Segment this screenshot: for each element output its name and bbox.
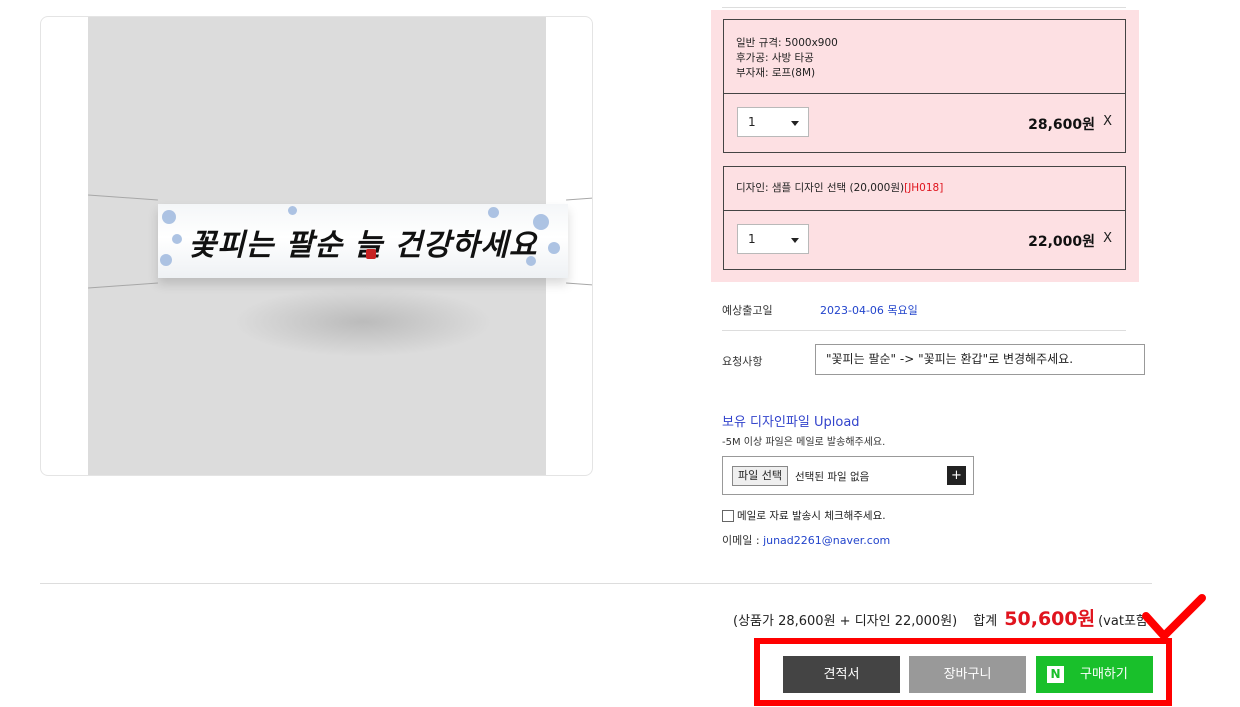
design-description: 디자인: 샘플 디자인 선택 (20,000원)	[736, 182, 905, 194]
banner-text: 꽃피는 팔순 늘 건강하세요	[188, 228, 538, 263]
option-price: 28,600원	[1028, 117, 1095, 133]
option-spec-line: 후가공: 사방 타공	[736, 52, 814, 64]
divider	[722, 330, 1126, 331]
total-label: 합계	[973, 614, 998, 629]
option-quantity-row: 1 22,000원 X	[724, 211, 1125, 269]
email-send-checkbox[interactable]	[722, 509, 734, 522]
divider	[722, 7, 1126, 8]
caret-down-icon	[791, 121, 799, 126]
rope-right-top	[566, 194, 592, 201]
option-item-design: 디자인: 샘플 디자인 선택 (20,000원)[JH018] 1 22,000…	[723, 166, 1126, 270]
price-breakdown: (상품가 28,600원 + 디자인 22,000원)	[733, 614, 958, 629]
email-value: junad2261@naver.com	[763, 534, 891, 547]
price-summary: (상품가 28,600원 + 디자인 22,000원) 합계 50,600원 (va…	[733, 604, 1148, 631]
checkmark-icon	[1142, 594, 1206, 640]
option-item-banner: 일반 규격: 5000x900 후가공: 사방 타공 부자재: 로프(8M) 1…	[723, 19, 1126, 153]
caret-down-icon	[791, 238, 799, 243]
product-image-card: 꽃피는 팔순 늘 건강하세요	[40, 16, 593, 476]
add-file-button[interactable]: +	[947, 466, 966, 485]
email-send-label: 메일로 자료 발송시 체크해주세요.	[737, 510, 886, 522]
flower-decoration	[288, 206, 297, 215]
product-order-page: 꽃피는 팔순 늘 건강하세요 일반 규격: 5000x900 후가공: 사방 타…	[0, 0, 1240, 707]
banner-shadow	[233, 287, 493, 357]
choose-file-button[interactable]: 파일 선택	[732, 466, 788, 486]
option-price: 22,000원	[1028, 234, 1095, 250]
design-code: [JH018]	[904, 182, 944, 194]
remove-option-button[interactable]: X	[1103, 114, 1112, 129]
annotation-highlight-box	[754, 638, 1172, 706]
file-upload-field: 파일 선택 선택된 파일 없음 +	[722, 456, 974, 495]
request-input[interactable]: "꽃피는 팔순" -> "꽃피는 환갑"로 변경해주세요.	[815, 344, 1145, 375]
option-spec-line: 일반 규격: 5000x900	[736, 37, 838, 49]
upload-title: 보유 디자인파일 Upload	[722, 415, 860, 430]
email-row: 이메일 : junad2261@naver.com	[722, 532, 890, 548]
rope-right-bottom	[566, 282, 592, 289]
option-details: 디자인: 샘플 디자인 선택 (20,000원)[JH018]	[724, 167, 1125, 211]
file-status: 선택된 파일 없음	[795, 471, 870, 483]
product-image-background: 꽃피는 팔순 늘 건강하세요	[88, 17, 592, 475]
request-label: 요청사항	[722, 355, 763, 368]
remove-option-button[interactable]: X	[1103, 231, 1112, 246]
divider	[40, 583, 1152, 584]
quantity-select[interactable]: 1	[737, 224, 809, 254]
email-label: 이메일 :	[722, 534, 764, 547]
option-spec-line: 부자재: 로프(8M)	[736, 67, 816, 79]
option-quantity-row: 1 28,600원 X	[724, 94, 1125, 152]
quantity-select[interactable]: 1	[737, 107, 809, 137]
shipping-date-label: 예상출고일	[722, 304, 773, 317]
seal-stamp	[366, 249, 376, 259]
rope-left-bottom	[88, 282, 158, 289]
quantity-value: 1	[748, 232, 756, 246]
shipping-date-value: 2023-04-06 목요일	[820, 304, 918, 317]
rope-left-top	[88, 194, 158, 201]
option-details: 일반 규격: 5000x900 후가공: 사방 타공 부자재: 로프(8M)	[724, 20, 1125, 94]
total-amount: 50,600원	[1004, 608, 1096, 630]
product-banner: 꽃피는 팔순 늘 건강하세요	[158, 204, 568, 278]
quantity-value: 1	[748, 115, 756, 129]
email-send-checkbox-row[interactable]: 메일로 자료 발송시 체크해주세요.	[722, 508, 886, 523]
flower-decoration	[488, 207, 499, 218]
upload-note: -5M 이상 파일은 메일로 발송해주세요.	[722, 437, 886, 448]
